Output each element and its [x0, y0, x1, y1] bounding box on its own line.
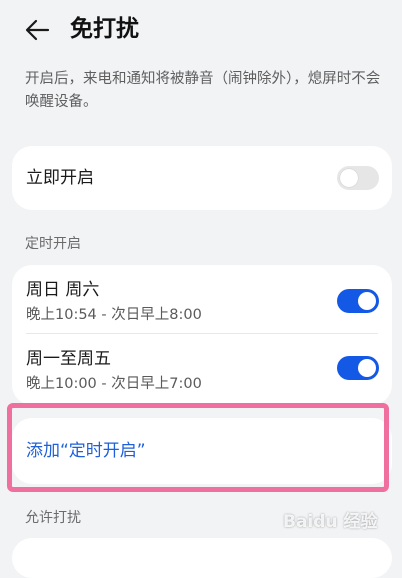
schedule-item-weekdays[interactable]: 周一至周五 晚上10:00 - 次日早上7:00 [12, 334, 392, 402]
description-text: 开启后，来电和通知将被静音（闹钟除外），熄屏时不会唤醒设备。 [25, 71, 381, 110]
scheduled-section-title: 定时开启 [25, 236, 81, 252]
arrow-left-icon [25, 19, 50, 41]
toggle-knob [340, 169, 358, 187]
back-button[interactable] [24, 16, 52, 44]
header: 免打扰 [0, 0, 402, 60]
schedule-days: 周一至周五 [26, 349, 111, 369]
watermark-logo: Baidu 经验 [283, 512, 378, 532]
schedule-days: 周日 周六 [26, 280, 100, 300]
start-now-toggle[interactable] [337, 166, 379, 190]
schedule-time: 晚上10:54 - 次日早上8:00 [26, 307, 202, 323]
toggle-knob [358, 292, 376, 310]
start-now-card: 立即开启 [12, 146, 392, 210]
schedule-toggle-weekdays[interactable] [337, 356, 379, 380]
schedule-toggle-weekend[interactable] [337, 289, 379, 313]
schedule-item-weekend[interactable]: 周日 周六 晚上10:54 - 次日早上8:00 [12, 265, 392, 334]
allow-section-title: 允许打扰 [25, 510, 81, 526]
highlight-annotation [7, 403, 389, 492]
page-title: 免打扰 [70, 16, 139, 42]
allow-card [12, 538, 392, 578]
toggle-knob [358, 359, 376, 377]
scheduled-card: 周日 周六 晚上10:54 - 次日早上8:00 周一至周五 晚上10:00 -… [12, 265, 392, 405]
start-now-label: 立即开启 [26, 168, 94, 188]
schedule-time: 晚上10:00 - 次日早上7:00 [26, 376, 202, 392]
